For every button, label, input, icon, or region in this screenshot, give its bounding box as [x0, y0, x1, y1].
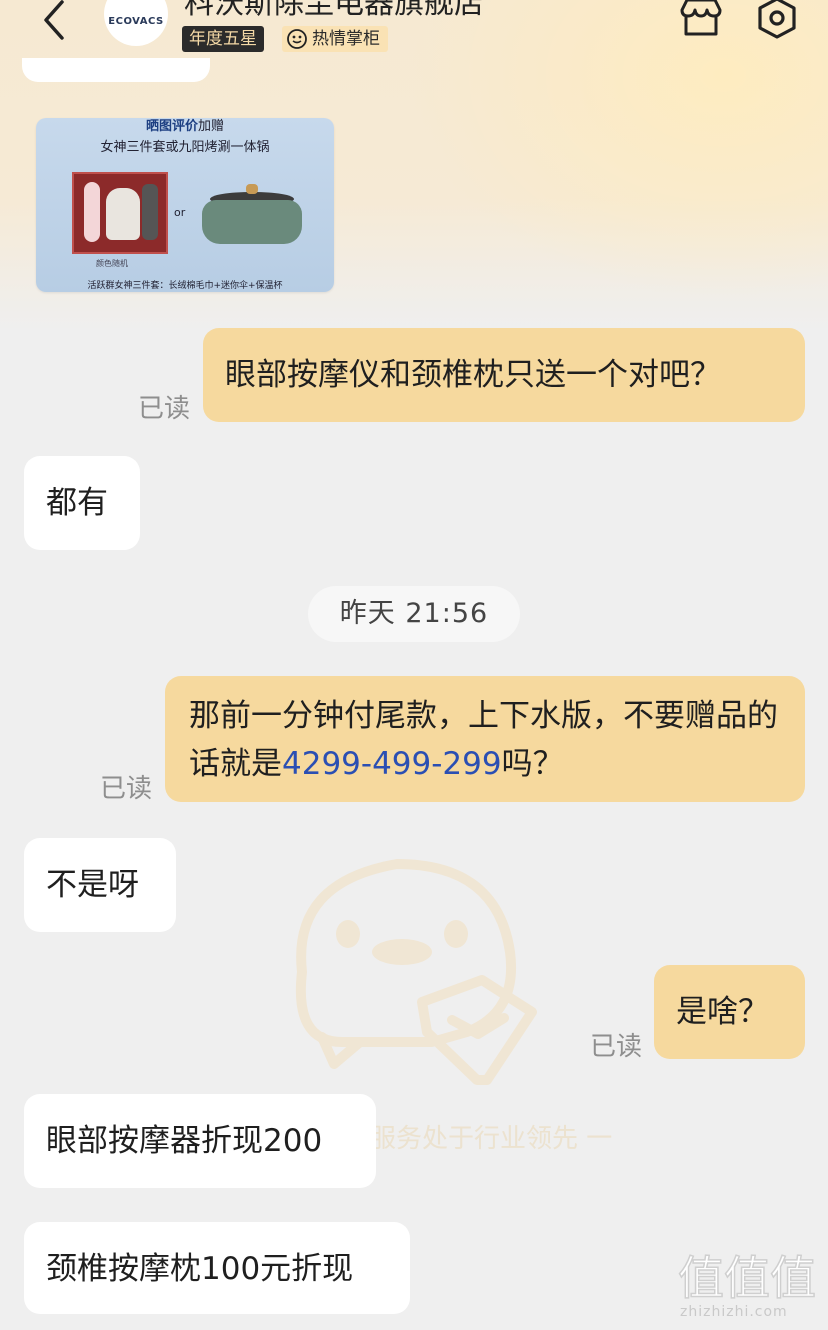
promo-title-highlight: 晒图评价 — [145, 119, 198, 134]
watermark-chat-icon — [295, 859, 537, 1085]
message-outgoing-1[interactable]: 眼部按摩仪和颈椎枕只送一个对吧？ — [203, 328, 805, 422]
shop-name[interactable]: 科沃斯除尘电器旗舰店 — [184, 0, 484, 22]
message-text: 眼部按摩器折现200 — [46, 1123, 323, 1159]
bottle-image — [84, 182, 100, 242]
host-badge: 热情掌柜 — [282, 26, 388, 52]
site-url: zhizhizhi.com — [680, 1304, 788, 1320]
promo-footer: 活跃群女神三件套：长绒棉毛巾+迷你伞+保温杯 — [87, 281, 283, 291]
read-status: 已读 — [100, 774, 153, 804]
store-icon[interactable] — [678, 0, 724, 38]
host-badge-label: 热情掌柜 — [312, 29, 380, 49]
promo-or: or — [174, 206, 186, 219]
promo-image-card[interactable]: 晒图评价加赠 女神三件套或九阳烤涮一体锅 or 颜色随机 活跃群女神三件套：长绒… — [36, 118, 334, 292]
promo-subtitle: 女神三件套或九阳烤涮一体锅 — [100, 140, 270, 155]
rating-badge: 年度五星 — [182, 26, 264, 52]
promo-title: 晒图评价加赠 — [36, 118, 334, 136]
pot-knob-image — [246, 184, 258, 194]
watermark-text: 服务处于行业领先 一 — [370, 1124, 613, 1154]
message-incoming-2[interactable]: 不是呀 — [24, 838, 176, 932]
promo-color-note: 颜色随机 — [96, 259, 128, 268]
hotpot-image — [202, 200, 302, 244]
shop-logo-text: ECOVACS — [108, 15, 164, 27]
message-incoming-4[interactable]: 颈椎按摩枕100元折现 — [24, 1222, 410, 1314]
site-logo-text: 值值值 — [678, 1251, 816, 1304]
back-arrow-icon[interactable] — [40, 0, 70, 40]
message-text: 是啥？ — [676, 994, 769, 1030]
message-incoming-1[interactable]: 都有 — [24, 456, 140, 550]
timestamp-divider: 昨天 21:56 — [308, 586, 520, 642]
message-text: 颈椎按摩枕100元折现 — [46, 1251, 354, 1287]
previous-message-bubble — [22, 58, 210, 82]
message-text: 都有 — [46, 485, 108, 521]
message-text-end: 吗？ — [501, 746, 564, 782]
read-status: 已读 — [590, 1032, 643, 1062]
message-outgoing-2[interactable]: 那前一分钟付尾款，上下水版，不要赠品的话就是4299-499-299吗？ — [165, 676, 805, 802]
message-text: 眼部按摩仪和颈椎枕只送一个对吧？ — [225, 357, 721, 393]
smile-face-icon — [287, 29, 307, 49]
price-number-link[interactable]: 4299-499-299 — [282, 746, 502, 782]
settings-icon[interactable] — [754, 0, 800, 40]
message-outgoing-3[interactable]: 是啥？ — [654, 965, 805, 1059]
read-status: 已读 — [138, 394, 191, 424]
bear-towel-image — [106, 188, 140, 240]
umbrella-image — [142, 184, 158, 240]
message-text: 不是呀 — [46, 867, 139, 903]
site-logo: 值值值 — [677, 1250, 817, 1304]
promo-title-rest: 加赠 — [198, 119, 225, 134]
message-incoming-3[interactable]: 眼部按摩器折现200 — [24, 1094, 376, 1188]
